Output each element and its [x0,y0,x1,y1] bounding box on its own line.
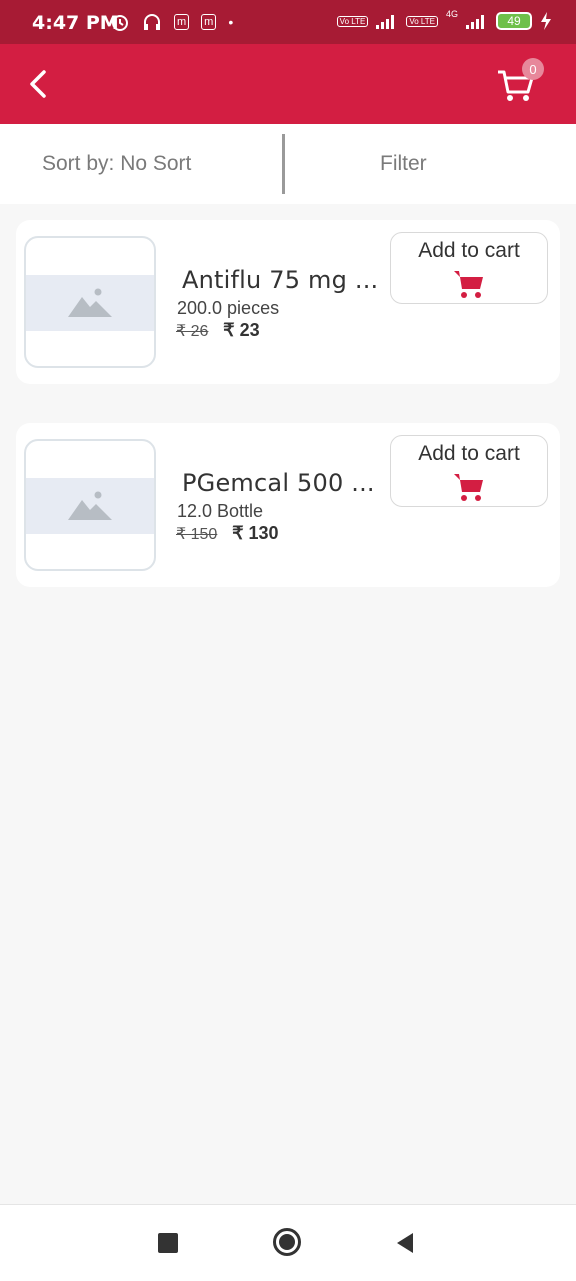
chevron-left-icon[interactable] [22,66,58,102]
volte-icon: Vo LTE [336,15,369,27]
recent-apps-icon[interactable] [158,1233,178,1253]
product-card[interactable]: Antiflu 75 mg ... 200.0 pieces ₹ 26 ₹ 23… [16,220,560,384]
price-row: ₹ 150 ₹ 130 [176,523,279,544]
add-cart-icon [454,271,483,298]
signal-icon [466,15,484,29]
status-time: 4:47 PM [32,12,119,34]
message-icon: m [174,14,190,30]
product-name: PGemcal 500 ... [182,469,375,497]
status-icons-right: Vo LTE Vo LTE 4G 49 [336,9,552,30]
sort-filter-bar: Sort by: No Sort Filter [0,124,576,204]
headset-icon [144,14,160,30]
product-quantity: 200.0 pieces [177,298,280,318]
dot-icon: • [228,14,234,30]
message-icon: m [201,14,217,30]
add-to-cart-button[interactable]: Add to cart [390,232,548,304]
add-to-cart-label: Add to cart [418,239,520,262]
cart-count-badge: 0 [522,58,544,80]
sale-price: ₹ 23 [223,320,260,340]
cart-button[interactable]: 0 [496,58,544,104]
network-type: 4G [445,9,458,19]
original-price: ₹ 150 [176,526,218,543]
image-placeholder-icon [68,288,112,317]
home-icon[interactable] [272,1227,302,1257]
product-image-placeholder [24,439,156,571]
image-placeholder-icon [68,491,112,520]
volte-icon: Vo LTE [406,15,438,27]
product-name: Antiflu 75 mg ... [182,266,379,294]
system-nav-bar [0,1204,576,1281]
original-price: ₹ 26 [176,323,209,340]
product-quantity: 12.0 Bottle [177,501,264,521]
filter-button[interactable]: Filter [380,152,427,176]
back-icon[interactable] [393,1231,417,1255]
battery-icon: 49 [496,12,532,30]
signal-icon [376,15,395,29]
status-icons-left: m m • [110,12,233,32]
app-bar: 0 [0,44,576,124]
add-cart-icon [454,474,483,501]
charging-icon [541,12,551,30]
status-bar: 4:47 PM m m • Vo LTE Vo LTE 4G 49 [0,0,576,44]
add-to-cart-label: Add to cart [418,442,520,465]
product-image-placeholder [24,236,156,368]
price-row: ₹ 26 ₹ 23 [176,320,260,341]
product-card[interactable]: PGemcal 500 ... 12.0 Bottle ₹ 150 ₹ 130 … [16,423,560,587]
sort-button[interactable]: Sort by: No Sort [42,152,191,176]
divider [282,134,285,194]
alarm-icon [112,15,128,31]
sale-price: ₹ 130 [232,523,279,543]
add-to-cart-button[interactable]: Add to cart [390,435,548,507]
